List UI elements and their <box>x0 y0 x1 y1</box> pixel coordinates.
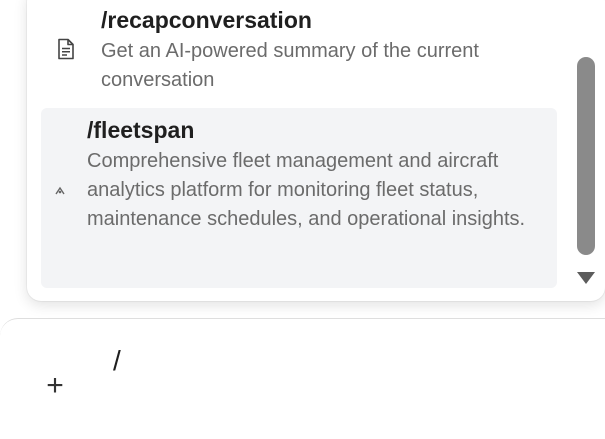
command-description: Comprehensive fleet management and aircr… <box>87 150 526 230</box>
add-attachment-button[interactable]: + <box>40 371 70 401</box>
command-item-fleetspan[interactable]: /fleetspan Comprehensive fleet managemen… <box>41 108 557 288</box>
message-input[interactable]: / <box>113 345 121 377</box>
command-title: /fleetspan <box>87 117 195 143</box>
scroll-down-arrow-icon[interactable] <box>577 272 595 284</box>
command-suggestions-popup: /recapconversation Get an AI-powered sum… <box>27 0 605 301</box>
command-item-recapconversation[interactable]: /recapconversation Get an AI-powered sum… <box>41 0 557 100</box>
document-icon <box>58 38 74 60</box>
command-description: Get an AI-powered summary of the current… <box>101 40 479 91</box>
scrollbar-thumb[interactable] <box>577 57 595 255</box>
scrollbar[interactable] <box>577 0 595 292</box>
command-title: /recapconversation <box>101 7 312 33</box>
message-composer: + / <box>0 318 605 439</box>
app-icon <box>55 186 65 195</box>
